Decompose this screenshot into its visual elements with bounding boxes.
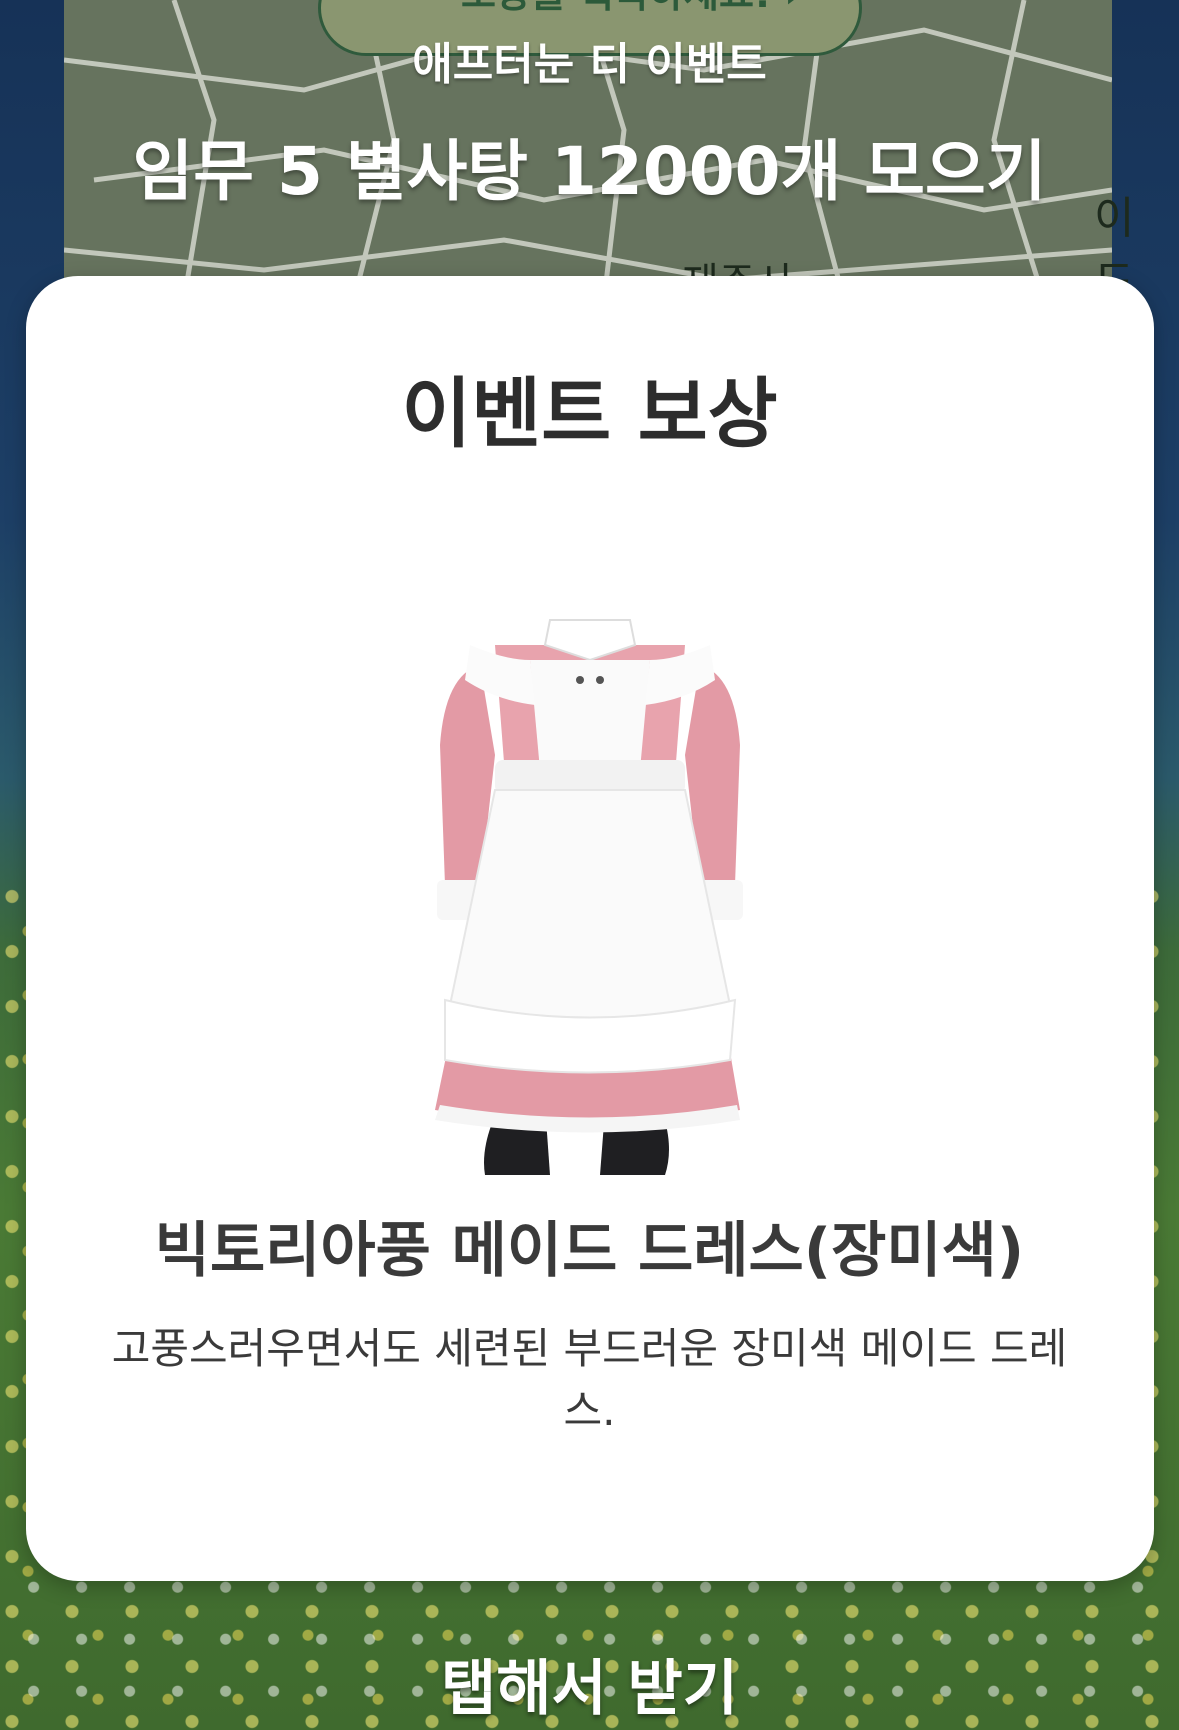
event-name: 애프터눈 티 이벤트 (412, 39, 767, 90)
reward-card-title: 이벤트 보상 (401, 369, 778, 458)
mission-title: 임무 5 별사탕 12000개 모으기 (132, 133, 1047, 210)
reward-item-name: 빅토리아풍 메이드 드레스(장미색) (154, 1216, 1025, 1286)
reward-item-description: 고풍스러우면서도 세련된 부드러운 장미색 메이드 드레스. (111, 1324, 1068, 1435)
banner-label: 보상을 획득하세요! (461, 0, 771, 16)
chevron-right-icon: › (784, 0, 800, 16)
tap-to-claim-button[interactable]: 탭해서 받기 (0, 1640, 1179, 1727)
maid-dress-icon (385, 605, 795, 1185)
